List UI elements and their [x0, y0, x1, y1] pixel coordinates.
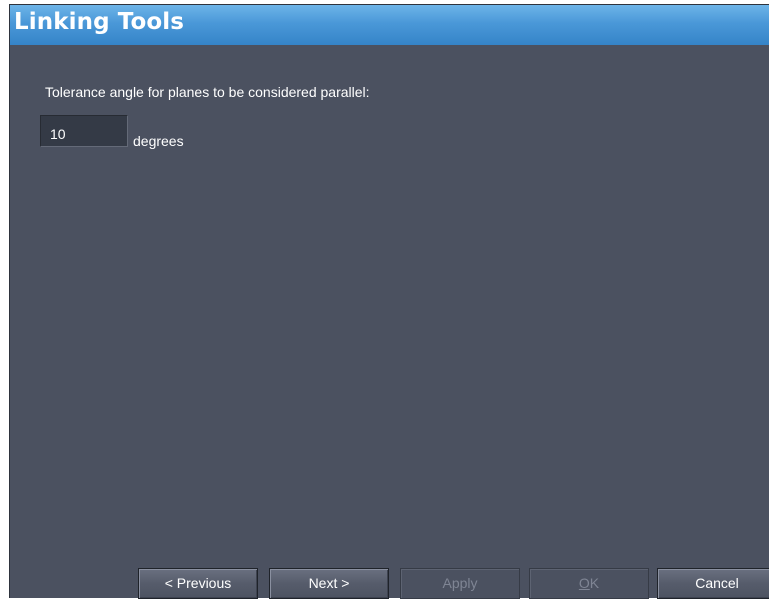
title-bar: Linking Tools	[10, 5, 769, 45]
ok-mnemonic: O	[578, 575, 590, 591]
degrees-unit-label: degrees	[133, 133, 184, 149]
cancel-button[interactable]: Cancel	[657, 568, 769, 599]
ok-label-rest: K	[589, 575, 600, 591]
tolerance-angle-input[interactable]	[40, 115, 128, 147]
dialog-title: Linking Tools	[14, 9, 185, 35]
next-button[interactable]: Next >	[269, 568, 389, 599]
previous-button[interactable]: < Previous	[138, 568, 258, 599]
ok-button[interactable]: OK	[529, 568, 649, 599]
linking-tools-dialog: Linking Tools Tolerance angle for planes…	[9, 4, 769, 599]
apply-button[interactable]: Apply	[400, 568, 520, 599]
tolerance-prompt-label: Tolerance angle for planes to be conside…	[45, 84, 370, 100]
